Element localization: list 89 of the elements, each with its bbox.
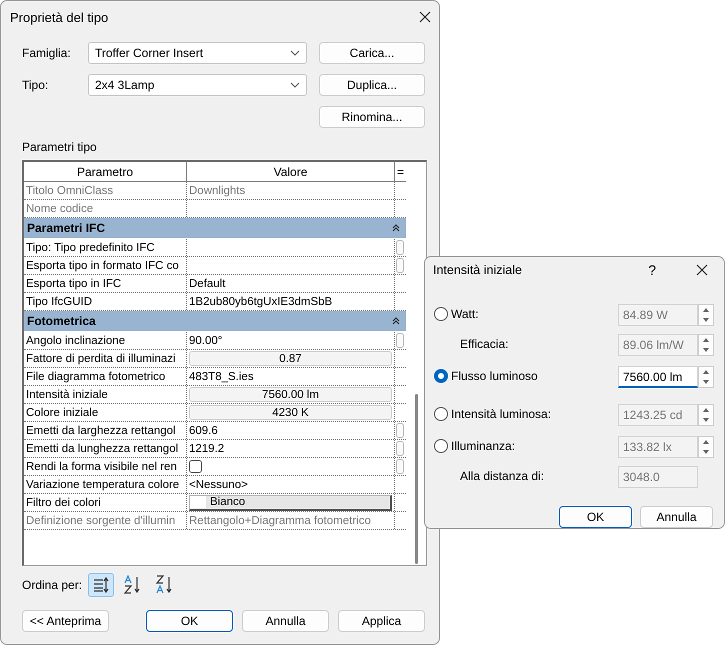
parameter-name: Emetti da larghezza rettangol <box>24 422 187 439</box>
dialog-button[interactable]: Annulla <box>640 506 713 528</box>
parameter-name: Esporta tipo in formato IFC co <box>24 257 187 274</box>
section-label: Parametri tipo <box>22 140 98 154</box>
dialog-button[interactable]: OK <box>559 506 632 528</box>
spinner[interactable] <box>698 436 714 458</box>
field-label: Famiglia: <box>22 46 72 60</box>
chevron-down-icon <box>290 82 300 88</box>
number-field[interactable]: 133.82 lx <box>618 436 698 458</box>
dialog-button[interactable]: << Anteprima <box>22 610 109 632</box>
number-field[interactable]: 1243.25 cd <box>618 404 698 426</box>
dropdown-field[interactable]: 2x4 3Lamp <box>88 74 307 96</box>
option-label: Efficacia: <box>460 336 510 353</box>
parameter-name: Fattore di perdita di illuminazi <box>24 350 187 367</box>
group-header[interactable]: Parametri IFC <box>24 218 406 239</box>
parameter-name: Definizione sorgente d'illumin <box>24 512 187 529</box>
number-field[interactable]: 3048.0 <box>618 466 698 488</box>
edit-handle[interactable] <box>396 333 404 348</box>
number-field[interactable]: 7560.00 lm <box>618 366 698 388</box>
parameter-name: Colore iniziale <box>24 404 187 421</box>
group-title: Fotometrica <box>27 314 96 328</box>
edit-handle[interactable] <box>396 423 404 438</box>
parameter-name: Esporta tipo in IFC <box>24 275 187 292</box>
parameter-value: Rettangolo+Diagramma fotometrico <box>189 514 371 526</box>
window-title: Intensità iniziale <box>433 262 522 276</box>
field-label: Tipo: <box>22 78 50 92</box>
parameter-name: Intensità iniziale <box>24 386 187 403</box>
dialog-button[interactable]: Annulla <box>242 610 329 632</box>
dialog-button[interactable]: Rinomina... <box>319 106 425 128</box>
close-icon[interactable] <box>696 264 708 276</box>
value-button[interactable]: 0.87 <box>189 351 392 366</box>
group-header[interactable]: Fotometrica <box>24 311 406 332</box>
option-label: Watt: <box>451 306 480 323</box>
chevron-down-icon <box>290 50 300 56</box>
option-label: Intensità luminosa: <box>451 406 552 423</box>
number-field[interactable]: 89.06 lm/W <box>618 334 698 356</box>
parameter-name: Filtro dei colori <box>24 494 187 511</box>
sort-button[interactable] <box>88 573 114 597</box>
parameter-name: Emetti da lunghezza rettangol <box>24 440 187 457</box>
parameter-value: 1219.2 <box>189 442 224 454</box>
spinner[interactable] <box>698 304 714 326</box>
parameter-name: Titolo OmniClass <box>24 182 187 199</box>
number-field[interactable]: 84.89 W <box>618 304 698 326</box>
edit-handle[interactable] <box>396 240 404 255</box>
color-button[interactable]: Bianco <box>189 494 392 510</box>
parameter-name: Variazione temperatura colore <box>24 476 187 493</box>
edit-handle[interactable] <box>396 441 404 456</box>
dialog-button[interactable]: Carica... <box>319 42 425 64</box>
checkbox[interactable] <box>189 460 202 473</box>
spinner[interactable] <box>698 404 714 426</box>
parameter-name: File diagramma fotometrico <box>24 368 187 385</box>
edit-handle[interactable] <box>396 258 404 273</box>
dialog-button[interactable]: OK <box>146 610 233 632</box>
parameter-value: <Nessuno> <box>189 478 248 490</box>
parameter-name: Tipo: Tipo predefinito IFC <box>24 239 187 256</box>
option-label: Flusso luminoso <box>451 368 539 385</box>
parameter-name: Tipo IfcGUID <box>24 293 187 310</box>
window-title: Proprietà del tipo <box>10 10 108 24</box>
group-title: Parametri IFC <box>27 221 106 235</box>
value-button[interactable]: 4230 K <box>189 405 392 420</box>
collapse-icon[interactable] <box>392 317 400 325</box>
option-label: Illuminanza: <box>451 438 516 455</box>
parameter-value: 1B2ub80yb6tgUxIE3dmSbB <box>189 296 332 308</box>
parameter-value: Default <box>189 278 226 290</box>
parameter-value: 90.00° <box>189 334 222 346</box>
radio-button[interactable] <box>434 369 448 383</box>
spinner[interactable] <box>698 334 714 356</box>
parameter-value: Downlights <box>189 184 246 196</box>
edit-handle[interactable] <box>396 459 404 474</box>
parameter-name: Rendi la forma visibile nel ren <box>24 458 187 475</box>
radio-button[interactable] <box>434 439 448 453</box>
category-sort-icon <box>92 576 110 594</box>
radio-button[interactable] <box>434 307 448 321</box>
parameter-name: Nome codice <box>24 200 187 217</box>
spinner[interactable] <box>698 366 714 388</box>
help-button[interactable]: ? <box>648 262 656 278</box>
option-label: Alla distanza di: <box>460 468 546 485</box>
parameter-value: 609.6 <box>189 424 218 436</box>
scrollbar-thumb[interactable] <box>414 394 418 564</box>
collapse-icon[interactable] <box>392 224 400 232</box>
radio-button[interactable] <box>434 407 448 421</box>
close-icon[interactable] <box>419 11 431 23</box>
dialog-button[interactable]: Duplica... <box>319 74 425 96</box>
dialog-button[interactable]: Applica <box>338 610 425 632</box>
parameter-name: Angolo inclinazione <box>24 332 187 349</box>
sort-label: Ordina per: <box>22 578 82 592</box>
dropdown-field[interactable]: Troffer Corner Insert <box>88 42 307 64</box>
value-button[interactable]: 7560.00 lm <box>189 387 392 402</box>
parameter-value: 483T8_S.ies <box>189 370 254 382</box>
